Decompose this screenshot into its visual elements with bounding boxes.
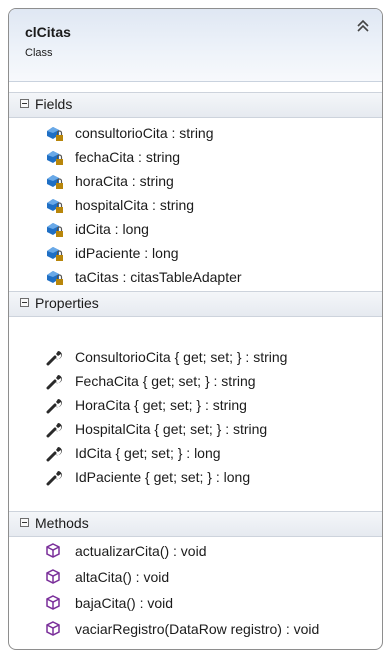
method-label: vaciarRegistro(DataRow registro) : void [75, 621, 320, 637]
method-cube-icon [45, 620, 65, 638]
property-wrench-icon [45, 420, 65, 438]
property-wrench-icon [45, 396, 65, 414]
property-wrench-icon [45, 372, 65, 390]
minus-box-icon[interactable] [20, 518, 29, 527]
private-field-icon [45, 172, 65, 190]
field-label: idPaciente : long [75, 245, 179, 261]
field-label: fechaCita : string [75, 149, 181, 165]
methods-section-header[interactable]: Methods [9, 511, 382, 537]
class-header: clCitas Class [9, 9, 382, 82]
property-label: IdCita { get; set; } : long [75, 445, 221, 461]
minus-box-icon[interactable] [20, 99, 29, 108]
fields-section-title: Fields [35, 96, 73, 112]
properties-section-header[interactable]: Properties [9, 291, 382, 317]
properties-section-title: Properties [35, 295, 99, 311]
property-label: HoraCita { get; set; } : string [75, 397, 247, 413]
property-label: HospitalCita { get; set; } : string [75, 421, 268, 437]
method-label: actualizarCita() : void [75, 543, 207, 559]
method-cube-icon [45, 542, 65, 560]
private-field-icon [45, 268, 65, 286]
method-cube-icon [45, 594, 65, 612]
property-label: FechaCita { get; set; } : string [75, 373, 256, 389]
property-label: ConsultorioCita { get; set; } : string [75, 349, 288, 365]
minus-box-icon[interactable] [20, 298, 29, 307]
property-wrench-icon [45, 468, 65, 486]
method-label: altaCita() : void [75, 569, 170, 585]
private-field-icon [45, 124, 65, 142]
field-label: taCitas : citasTableAdapter [75, 269, 242, 285]
method-cube-icon [45, 568, 65, 586]
fields-section-header[interactable]: Fields [9, 92, 382, 118]
field-label: consultorioCita : string [75, 125, 214, 141]
private-field-icon [45, 244, 65, 262]
collapse-chevron-icon[interactable] [354, 18, 372, 36]
property-wrench-icon [45, 348, 65, 366]
private-field-icon [45, 148, 65, 166]
private-field-icon [45, 220, 65, 238]
private-field-icon [45, 196, 65, 214]
class-box: clCitas Class Fields consultorioCita : s… [8, 8, 383, 650]
field-label: idCita : long [75, 221, 149, 237]
methods-section-title: Methods [35, 515, 89, 531]
class-name: clCitas [25, 24, 71, 40]
property-wrench-icon [45, 444, 65, 462]
field-label: horaCita : string [75, 173, 174, 189]
class-kind: Class [25, 47, 53, 59]
property-label: IdPaciente { get; set; } : long [75, 469, 251, 485]
method-label: bajaCita() : void [75, 595, 174, 611]
field-label: hospitalCita : string [75, 197, 195, 213]
